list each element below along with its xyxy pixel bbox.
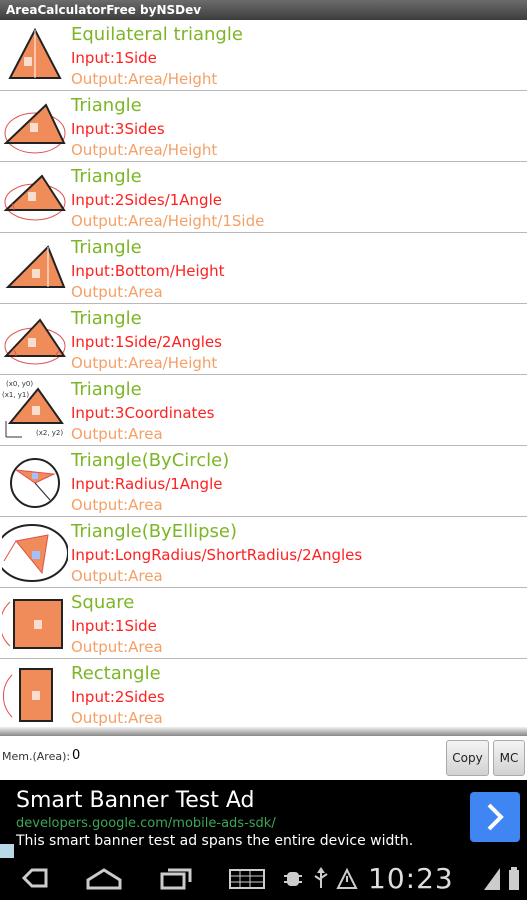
- coord-label: (x2, y2): [36, 429, 63, 437]
- item-title: Square: [71, 592, 135, 613]
- item-title: Triangle: [71, 379, 142, 400]
- square-icon: [0, 592, 68, 654]
- item-output: Output:Area/Height: [71, 70, 218, 88]
- shape-list[interactable]: Equilateral triangle Input:1Side Output:…: [0, 20, 527, 730]
- item-title: Rectangle: [71, 663, 161, 684]
- status-clock: 10:23: [368, 862, 454, 895]
- ad-title[interactable]: Smart Banner Test Ad: [16, 788, 255, 813]
- item-title: Triangle(ByEllipse): [71, 521, 237, 542]
- item-title: Triangle: [71, 237, 142, 258]
- item-input: Input:3Coordinates: [71, 404, 215, 422]
- item-title: Triangle(ByCircle): [71, 450, 230, 471]
- ad-description: This smart banner test ad spans the enti…: [16, 833, 414, 849]
- recent-apps-icon[interactable]: [156, 864, 196, 892]
- item-input: Input:1Side: [71, 49, 157, 67]
- ad-open-button[interactable]: [470, 792, 520, 842]
- item-input: Input:1Side: [71, 617, 157, 635]
- ad-url[interactable]: developers.google.com/mobile-ads-sdk/: [16, 816, 276, 831]
- item-output: Output:Area: [71, 496, 163, 514]
- battery-icon: [509, 867, 519, 890]
- ad-banner[interactable]: Smart Banner Test Ad developers.google.c…: [0, 780, 527, 858]
- coord-label: (x1, y1): [2, 391, 29, 399]
- item-output: Output:Area: [71, 567, 163, 585]
- item-title: Triangle: [71, 95, 142, 116]
- keyboard-icon[interactable]: [228, 864, 268, 892]
- list-item-triangle-side-2angles[interactable]: Triangle Input:1Side/2Angles Output:Area…: [0, 304, 527, 375]
- app-title-bar: AreaCalculatorFree byNSDev: [0, 0, 527, 20]
- equilateral-triangle-icon: [2, 24, 68, 86]
- item-input: Input:Radius/1Angle: [71, 475, 223, 493]
- coord-label: (x0, y0): [6, 380, 33, 388]
- list-item-triangle-2sides-angle[interactable]: Triangle Input:2Sides/1Angle Output:Area…: [0, 162, 527, 233]
- copy-button[interactable]: Copy: [446, 740, 489, 776]
- item-title: Triangle: [71, 166, 142, 187]
- item-title: Equilateral triangle: [71, 24, 243, 45]
- item-output: Output:Area: [71, 283, 163, 301]
- back-icon[interactable]: [14, 864, 54, 892]
- list-item-triangle-coordinates[interactable]: (x0, y0) (x1, y1) (x2, y2) Triangle Inpu…: [0, 375, 527, 446]
- triangle-side-2angles-icon: [2, 308, 68, 370]
- item-input: Input:2Sides: [71, 688, 165, 706]
- item-output: Output:Area: [71, 709, 163, 727]
- item-output: Output:Area/Height: [71, 354, 218, 372]
- home-icon[interactable]: [84, 864, 124, 892]
- rectangle-icon: [2, 663, 68, 725]
- memory-label: Mem.(Area):: [2, 750, 71, 763]
- item-input: Input:Bottom/Height: [71, 262, 225, 280]
- warning-icon: [336, 867, 358, 889]
- memory-bar: Mem.(Area): 0 Copy MC: [0, 736, 527, 780]
- signal-icon: [484, 868, 500, 890]
- chevron-right-icon: [487, 803, 504, 831]
- list-item-rectangle[interactable]: Rectangle Input:2Sides Output:Area: [0, 659, 527, 730]
- item-input: Input:1Side/2Angles: [71, 333, 222, 351]
- triangle-3sides-icon: [2, 95, 68, 157]
- triangle-coordinates-icon: (x0, y0) (x1, y1) (x2, y2): [2, 379, 68, 441]
- system-navigation-bar: 10:23: [0, 858, 527, 900]
- triangle-2sides-angle-icon: [2, 166, 68, 228]
- list-item-triangle-3sides[interactable]: Triangle Input:3Sides Output:Area/Height: [0, 91, 527, 162]
- list-bottom-shadow: [0, 727, 527, 736]
- adchoices-icon[interactable]: [0, 844, 14, 858]
- debug-icon: [284, 872, 302, 886]
- list-item-triangle-by-circle[interactable]: Triangle(ByCircle) Input:Radius/1Angle O…: [0, 446, 527, 517]
- item-output: Output:Area/Height/1Side: [71, 212, 265, 230]
- item-input: Input:3Sides: [71, 120, 165, 138]
- memory-clear-button[interactable]: MC: [493, 740, 525, 776]
- triangle-in-ellipse-icon: [0, 521, 69, 583]
- item-output: Output:Area/Height: [71, 141, 218, 159]
- triangle-in-circle-icon: [2, 450, 68, 512]
- list-item-triangle-by-ellipse[interactable]: Triangle(ByEllipse) Input:LongRadius/Sho…: [0, 517, 527, 588]
- list-item-equilateral-triangle[interactable]: Equilateral triangle Input:1Side Output:…: [0, 20, 527, 91]
- item-output: Output:Area: [71, 425, 163, 443]
- usb-icon: [314, 867, 328, 888]
- app-title: AreaCalculatorFree byNSDev: [6, 3, 202, 17]
- item-output: Output:Area: [71, 638, 163, 656]
- item-title: Triangle: [71, 308, 142, 329]
- list-item-square[interactable]: Square Input:1Side Output:Area: [0, 588, 527, 659]
- item-input: Input:2Sides/1Angle: [71, 191, 222, 209]
- triangle-base-height-icon: [2, 237, 68, 299]
- list-item-triangle-base-height[interactable]: Triangle Input:Bottom/Height Output:Area: [0, 233, 527, 304]
- item-input: Input:LongRadius/ShortRadius/2Angles: [71, 546, 363, 564]
- memory-value: 0: [72, 748, 81, 763]
